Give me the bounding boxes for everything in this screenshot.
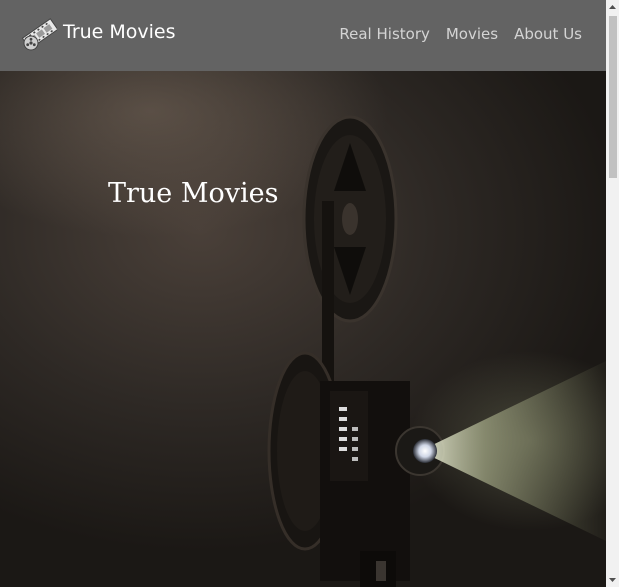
brand-link[interactable]: True Movies [21,16,176,52]
hero-title: True Movies [108,178,279,209]
nav-links: Real History Movies About Us [339,25,582,43]
scroll-thumb[interactable] [609,16,617,178]
nav-link-about-us[interactable]: About Us [514,25,582,43]
nav-link-movies[interactable]: Movies [446,25,498,43]
page-scrollbar[interactable] [606,0,619,587]
navbar: True Movies Real History Movies About Us [0,0,606,71]
scroll-up-arrow-icon[interactable] [606,0,619,14]
film-reel-icon [21,18,57,51]
page: True Movies Real History Movies About Us [0,0,619,587]
brand-name: True Movies [63,20,176,43]
scroll-down-arrow-icon[interactable] [606,573,619,587]
hero-section: True Movies [0,71,606,587]
film-projector-photo [267,115,606,587]
nav-link-real-history[interactable]: Real History [339,25,429,43]
